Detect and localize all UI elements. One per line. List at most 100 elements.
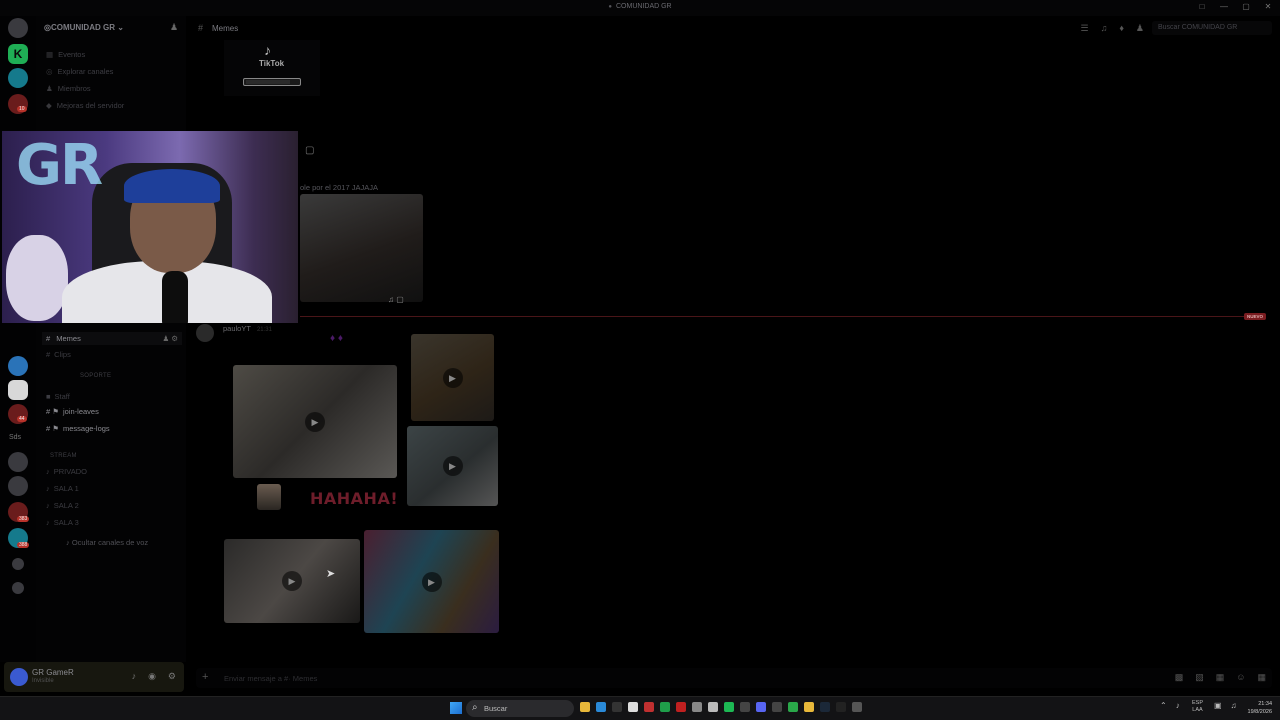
mic-icon[interactable]: ♪ (132, 671, 137, 682)
taskbar-search[interactable]: Buscar (466, 700, 574, 717)
start-icon[interactable] (450, 702, 462, 714)
close-button[interactable]: ✕ (1262, 2, 1274, 11)
video-attachment[interactable]: ▶ (224, 539, 360, 623)
voice-channel-privado[interactable]: ♪ PRIVADO (46, 467, 87, 476)
play-icon[interactable]: ▶ (305, 411, 325, 432)
server-k-icon[interactable]: K (8, 44, 28, 64)
apps-icon[interactable]: ▦ (1257, 672, 1266, 683)
clock[interactable]: 21:34 19/8/2026 (1240, 700, 1272, 716)
message-author[interactable]: pauloYT 21:31 (223, 324, 272, 333)
mic-icon[interactable]: ♪ (1176, 701, 1180, 710)
language-indicator[interactable]: ESP LAA (1192, 700, 1203, 714)
hide-voice-channels-button[interactable]: ♪ Ocultar canales de voz (66, 538, 148, 547)
gif-attachment[interactable] (257, 484, 281, 510)
edge-icon[interactable] (596, 702, 606, 712)
invite-icon[interactable]: ♟ (170, 22, 178, 33)
menu-members[interactable]: ♟ Miembros (46, 84, 91, 93)
server-icon[interactable] (8, 476, 28, 496)
voice-channel-sala-1[interactable]: ♪ SALA 1 (46, 484, 79, 493)
volume-icon[interactable]: ♫ ▢ (388, 295, 404, 304)
video-attachment[interactable]: ▶ (364, 530, 499, 633)
threads-icon[interactable]: ☰ (1081, 23, 1089, 34)
steam-icon[interactable] (820, 702, 830, 712)
channel-staff[interactable]: ■ Staff (46, 392, 70, 401)
members-icon[interactable]: ♟ (1136, 23, 1144, 34)
file-explorer-icon[interactable] (580, 702, 590, 712)
server-name[interactable]: COMUNIDAD GR ⌄ (44, 23, 124, 32)
streamer-cap (124, 169, 220, 203)
server-text-sds[interactable]: Sds (9, 434, 21, 441)
app-icon[interactable] (644, 702, 654, 712)
server-icon[interactable] (8, 356, 28, 376)
app-icon[interactable] (740, 702, 750, 712)
app-icon[interactable] (692, 702, 702, 712)
add-attachment-icon[interactable]: + (202, 671, 208, 683)
server-gr-icon[interactable] (8, 68, 28, 88)
voice-channel-sala-2[interactable]: ♪ SALA 2 (46, 501, 79, 510)
channel-clips[interactable]: # Clips (46, 350, 71, 359)
inbox-icon[interactable]: □ (1196, 2, 1208, 11)
video-attachment[interactable] (300, 194, 423, 302)
explore-servers-icon[interactable] (12, 582, 24, 594)
user-controls: ♪ ◉ ⚙ (132, 671, 176, 682)
video-attachment[interactable]: ▶ (407, 426, 498, 506)
hahaha-sticker[interactable]: HAHAHA! (310, 489, 398, 508)
username[interactable]: GR GameR (32, 668, 74, 677)
message-composer[interactable]: + Enviar mensaje a #· Memes ▩ ▧ ▦ ☺ ▦ (196, 668, 1272, 688)
tiktok-icon[interactable] (836, 702, 846, 712)
gift-icon[interactable]: ▩ (1175, 672, 1184, 683)
pin-icon[interactable]: ♦ (1119, 23, 1124, 34)
sticker-icon[interactable]: ▦ (1216, 672, 1225, 683)
hash-icon: # (198, 23, 204, 33)
avatar[interactable] (10, 668, 28, 686)
channel-settings-icon[interactable]: ♟ ⚙ (162, 334, 178, 343)
window-controls: □ — ▢ ✕ (1196, 2, 1274, 11)
app-icon[interactable] (852, 702, 862, 712)
menu-events[interactable]: ▦ Eventos (46, 50, 85, 59)
emoji-icon[interactable]: ☺ (1236, 672, 1245, 683)
app-icon[interactable] (788, 702, 798, 712)
category-support[interactable]: SOPORTE (80, 373, 111, 379)
play-icon[interactable]: ▶ (442, 367, 463, 388)
volume-icon[interactable]: ♫ (1231, 701, 1237, 710)
chrome-icon[interactable] (804, 702, 814, 712)
app-icon[interactable] (772, 702, 782, 712)
bell-icon[interactable]: ♫ (1101, 23, 1108, 34)
menu-explore-channels[interactable]: ◎ Explorar canales (46, 67, 113, 76)
tiktok-icon: ♪ (264, 42, 271, 58)
store-icon[interactable] (628, 702, 638, 712)
expand-icon[interactable]: ▢ (305, 145, 314, 156)
add-server-icon[interactable] (12, 558, 24, 570)
video-attachment[interactable]: ▶ (411, 334, 494, 421)
search-input[interactable]: Buscar COMUNIDAD GR (1152, 21, 1272, 35)
headphones-icon[interactable]: ◉ (148, 671, 156, 682)
voice-channel-sala-3[interactable]: ♪ SALA 3 (46, 518, 79, 527)
network-icon[interactable]: ▣ (1214, 701, 1222, 710)
video-attachment[interactable]: ▶ (233, 365, 397, 478)
spotify-icon[interactable] (724, 702, 734, 712)
server-icon[interactable] (8, 452, 28, 472)
app-icon[interactable] (708, 702, 718, 712)
gif-icon[interactable]: ▧ (1195, 672, 1204, 683)
avatar[interactable] (196, 324, 214, 342)
chevron-up-icon[interactable]: ⌃ (1160, 701, 1167, 710)
excel-icon[interactable] (660, 702, 670, 712)
server-rail: K 10 44 Sds 383 388 (0, 16, 36, 662)
channel-memes[interactable]: # Memes ♟ ⚙ (42, 332, 182, 345)
tiktok-embed[interactable]: ♪ TikTok (224, 40, 320, 96)
discord-icon[interactable] (756, 702, 766, 712)
play-icon[interactable]: ▶ (442, 456, 463, 476)
server-icon[interactable] (8, 380, 28, 400)
menu-server-boosts[interactable]: ◆ Mejoras del servidor (46, 101, 124, 110)
discord-home-icon[interactable] (8, 18, 28, 38)
play-icon[interactable]: ▶ (282, 571, 302, 591)
channel-join-leaves[interactable]: # ⚑ join-leaves (46, 407, 99, 416)
play-icon[interactable]: ▶ (421, 571, 442, 592)
opera-icon[interactable] (676, 702, 686, 712)
minimize-button[interactable]: — (1218, 2, 1230, 11)
maximize-button[interactable]: ▢ (1240, 2, 1252, 11)
terminal-icon[interactable] (612, 702, 622, 712)
category-stream[interactable]: STREAM (50, 453, 77, 459)
channel-message-logs[interactable]: # ⚑ message-logs (46, 424, 110, 433)
gear-icon[interactable]: ⚙ (168, 671, 176, 682)
